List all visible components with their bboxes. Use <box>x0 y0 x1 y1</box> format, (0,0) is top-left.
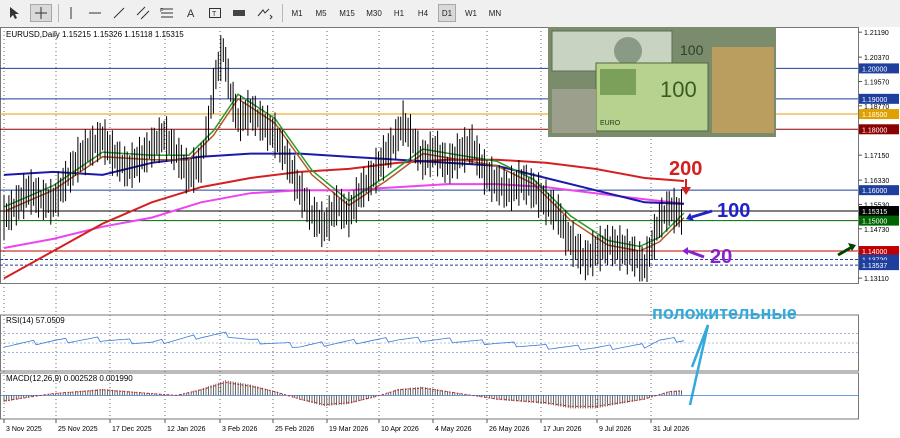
date-tick-label: 26 May 2026 <box>489 426 530 433</box>
rectangle-icon <box>233 10 245 16</box>
price-tick-label: 1.16330 <box>864 178 889 185</box>
text-tool-button[interactable]: A <box>182 4 200 22</box>
price-tick-label: 1.13110 <box>864 276 889 283</box>
macd-histogram <box>3 380 682 409</box>
trendline-icon <box>113 7 125 19</box>
fibonacci-tool-button[interactable]: F <box>158 4 176 22</box>
trendline-tool-button[interactable] <box>110 4 128 22</box>
chart-area[interactable]: 100 100 EURO EURUSD,Daily 1.15215 1.1532… <box>0 27 900 438</box>
date-tick-label: 31 Jul 2026 <box>653 426 689 433</box>
date-tick-label: 17 Jun 2026 <box>543 426 582 433</box>
timeframe-m15-button[interactable]: M15 <box>336 4 358 22</box>
level-price-label: 1.13537 <box>862 263 887 270</box>
level-price-label: 1.15315 <box>862 209 887 216</box>
channel-tool-button[interactable] <box>134 4 152 22</box>
crosshair-tool-button[interactable] <box>30 4 52 22</box>
date-tick-label: 25 Feb 2026 <box>275 426 314 433</box>
level-price-label: 1.18000 <box>862 127 887 134</box>
date-tick-label: 25 Nov 2025 <box>58 426 98 433</box>
date-tick-label: 12 Jan 2026 <box>167 426 206 433</box>
chart-symbol-header: EURUSD,Daily 1.15215 1.15326 1.15118 1.1… <box>6 30 184 39</box>
date-tick-label: 10 Apr 2026 <box>381 426 419 433</box>
svg-text:100: 100 <box>660 77 697 102</box>
svg-text:T: T <box>212 11 217 18</box>
date-tick-label: 19 Mar 2026 <box>329 426 368 433</box>
svg-text:A: A <box>187 8 195 20</box>
level-price-label: 1.18500 <box>862 112 887 119</box>
horizontal-line-icon <box>89 12 101 14</box>
ma20-annotation: 20 <box>710 246 732 268</box>
text-label-icon: T <box>209 8 221 18</box>
rectangle-tool-button[interactable] <box>230 4 248 22</box>
vertical-line-icon <box>70 7 72 19</box>
macd-label: MACD(12,26,9) 0.002528 0.001990 <box>6 374 133 383</box>
date-tick-label: 4 May 2026 <box>435 426 472 433</box>
timeframe-m5-button[interactable]: M5 <box>312 4 330 22</box>
timeframe-m30-button[interactable]: M30 <box>363 4 385 22</box>
date-tick-label: 3 Nov 2025 <box>6 426 42 433</box>
svg-text:100: 100 <box>680 42 704 58</box>
arrows-tool-button[interactable] <box>254 4 276 22</box>
rsi-line <box>3 331 685 351</box>
level-price-label: 1.15000 <box>862 219 887 226</box>
positive-annotation: положительные <box>652 303 797 323</box>
price-tick-label: 1.19570 <box>864 79 889 86</box>
text-icon: A <box>187 8 195 20</box>
label-tool-button[interactable]: T <box>206 4 224 22</box>
price-tick-label: 1.14730 <box>864 227 889 234</box>
timeframe-w1-button[interactable]: W1 <box>462 4 480 22</box>
timeframe-m1-button[interactable]: M1 <box>288 4 306 22</box>
fibonacci-icon: F <box>160 8 173 18</box>
arrows-icon <box>257 8 273 20</box>
ma200-annotation: 200 <box>669 158 702 180</box>
channel-icon <box>136 6 150 20</box>
vertical-line-tool-button[interactable] <box>62 4 80 22</box>
money-photo: 100 100 EURO <box>548 27 776 137</box>
crosshair-icon <box>35 7 47 19</box>
rsi-label: RSI(14) 57.0509 <box>6 316 65 325</box>
date-tick-label: 9 Jul 2026 <box>599 426 631 433</box>
date-tick-label: 17 Dec 2025 <box>112 426 152 433</box>
svg-text:EURO: EURO <box>600 120 621 127</box>
level-price-label: 1.19000 <box>862 97 887 104</box>
ma100-annotation: 100 <box>717 200 750 222</box>
level-price-label: 1.16000 <box>862 188 887 195</box>
price-tick-label: 1.21190 <box>864 30 889 37</box>
arrow-cursor-icon <box>10 7 19 19</box>
date-tick-label: 3 Feb 2026 <box>222 426 258 433</box>
timeframe-mn-button[interactable]: MN <box>486 4 504 22</box>
price-tick-label: 1.20370 <box>864 55 889 62</box>
cursor-tool-button[interactable] <box>4 4 24 22</box>
ma100-arrow <box>691 209 713 219</box>
timeframe-h4-button[interactable]: H4 <box>414 4 432 22</box>
macd-signal-line <box>3 381 682 407</box>
timeframe-h1-button[interactable]: H1 <box>390 4 408 22</box>
svg-text:F: F <box>160 8 163 14</box>
ma20-arrow <box>687 249 705 259</box>
level-price-label: 1.20000 <box>862 66 887 73</box>
timeframe-d1-button[interactable]: D1 <box>438 4 456 22</box>
price-tick-label: 1.17150 <box>864 153 889 160</box>
horizontal-line-tool-button[interactable] <box>86 4 104 22</box>
chart-toolbar: F A T M1 M5 M15 M30 H1 H4 D1 W1 MN <box>0 0 900 28</box>
